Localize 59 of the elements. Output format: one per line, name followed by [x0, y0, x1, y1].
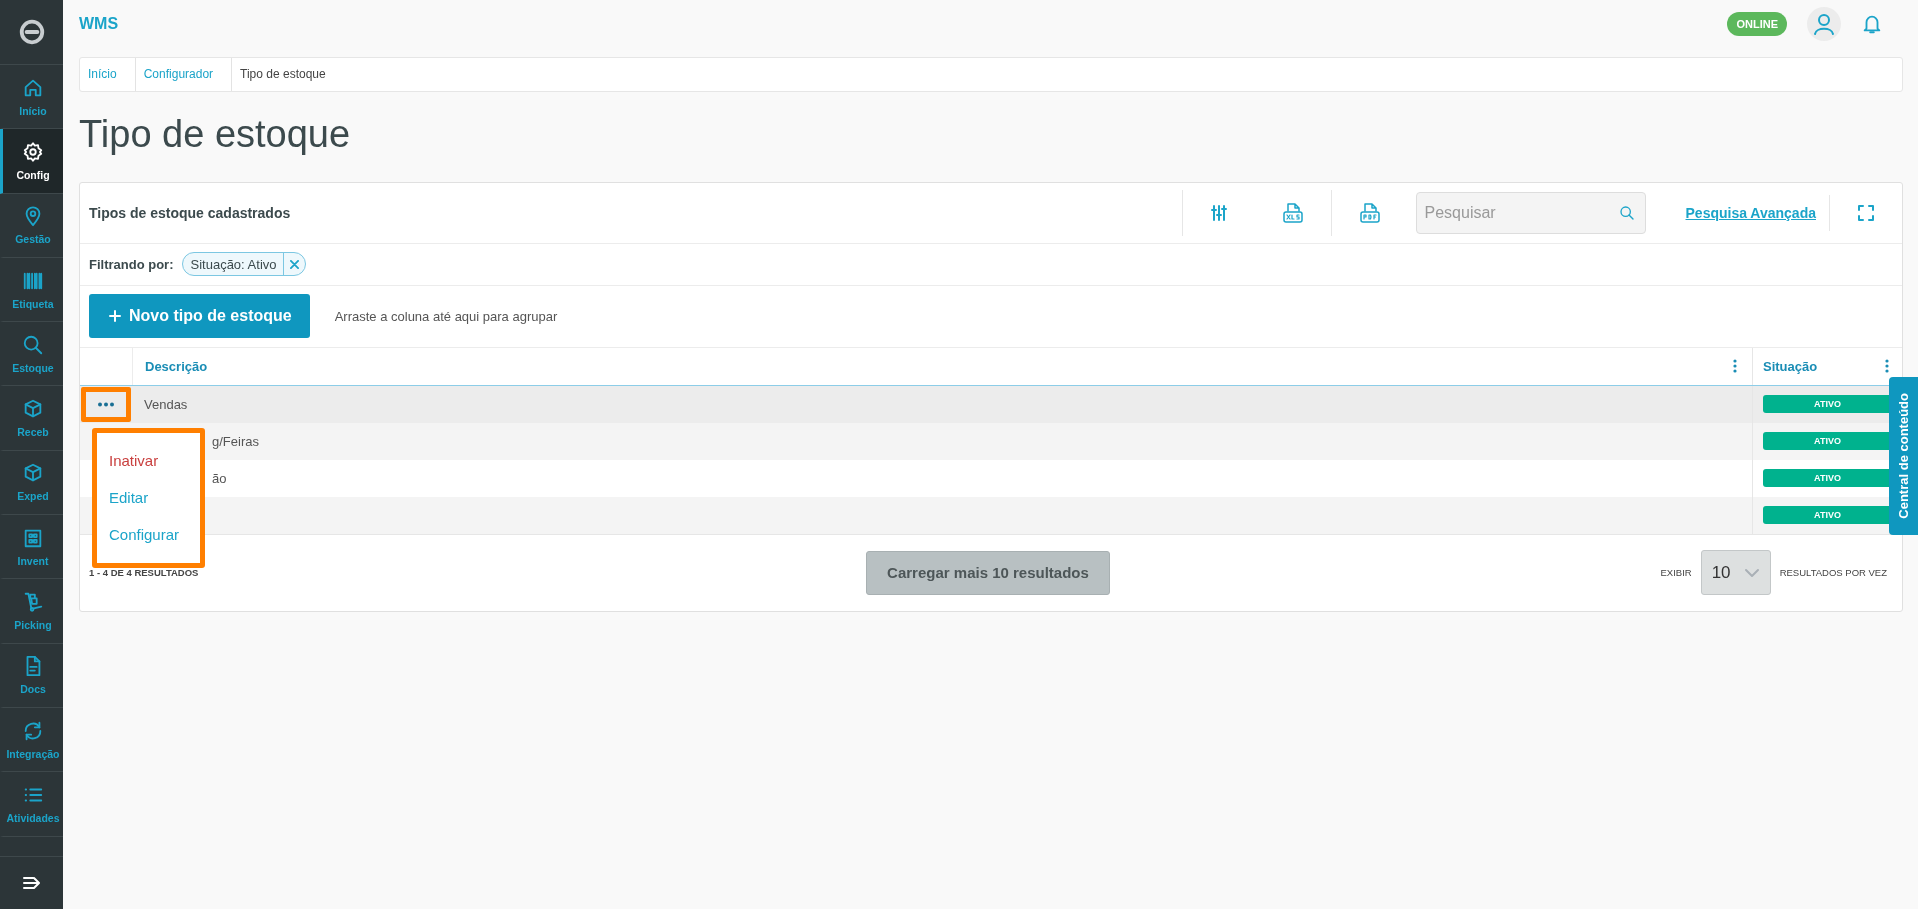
page-title: Tipo de estoque — [79, 112, 352, 157]
search-field[interactable]: Pesquisar — [1415, 191, 1646, 234]
app-title: WMS — [79, 14, 119, 33]
page-size-label: EXIBIR — [1660, 567, 1692, 579]
load-more-button[interactable]: Carregar mais 10 resultados — [866, 550, 1110, 595]
advanced-search-link[interactable]: Pesquisa Avançada — [1669, 194, 1830, 231]
menu-item[interactable]: Configurar — [97, 519, 200, 557]
plus-icon — [109, 310, 121, 323]
sidebar-item[interactable]: Picking — [0, 579, 63, 644]
kebab-menu-icon[interactable] — [1733, 359, 1737, 374]
collapse-menu-icon[interactable] — [22, 875, 41, 891]
logo-icon — [18, 19, 45, 45]
sidebar-item[interactable]: Etiqueta — [0, 257, 63, 323]
filter-chip-label: Situação: Ativo — [189, 256, 278, 272]
kebab-menu-icon[interactable] — [1885, 359, 1889, 374]
sliders-icon[interactable] — [1209, 203, 1228, 222]
search-icon — [1618, 204, 1635, 221]
chevron-down-icon — [1743, 567, 1760, 578]
table-cell: g/Feiras — [212, 433, 259, 449]
group-hint: Arraste a coluna até aqui para agrupar — [334, 308, 558, 324]
search-icon — [22, 333, 44, 356]
sidebar-item[interactable]: Gestão — [0, 193, 63, 258]
sidebar-item[interactable]: Estoque — [0, 322, 63, 387]
page-size-select[interactable]: 10 — [1700, 550, 1771, 596]
column-header[interactable]: Descrição — [145, 358, 208, 374]
hand-truck-icon — [22, 591, 44, 613]
xls-file-icon[interactable] — [1281, 201, 1304, 224]
sidebar-item[interactable]: Docs — [0, 643, 63, 708]
menu-item[interactable]: Editar — [97, 482, 200, 520]
column-header[interactable]: Situação — [1763, 358, 1818, 374]
status-badge: ATIVO — [1763, 432, 1892, 451]
status-badge: ATIVO — [1763, 469, 1892, 488]
new-stock-type-button[interactable]: Novo tipo de estoque — [89, 294, 310, 339]
breadcrumb-link[interactable]: Início — [80, 58, 136, 91]
status-badge: ONLINE — [1727, 11, 1787, 36]
sidebar-item[interactable]: Integração — [0, 707, 63, 773]
pdf-file-icon[interactable] — [1358, 201, 1381, 224]
status-badge: ATIVO — [1763, 506, 1892, 525]
table-cell: ão — [212, 470, 227, 486]
page-size-suffix: RESULTADOS POR VEZ — [1779, 567, 1887, 579]
sync-icon — [22, 719, 44, 742]
panel-title: Tipos de estoque cadastrados — [89, 204, 291, 221]
content-center-tab[interactable]: Central de conteúdo — [1889, 377, 1918, 535]
user-icon[interactable] — [1807, 6, 1841, 41]
breadcrumb-link[interactable]: Configurador — [135, 58, 233, 91]
status-badge: ATIVO — [1763, 395, 1892, 414]
fullscreen-icon[interactable] — [1857, 203, 1875, 222]
settings-icon — [22, 140, 44, 163]
sidebar-item[interactable]: Receb — [0, 386, 63, 451]
more-icon — [97, 401, 115, 407]
filter-label: Filtrando por: — [89, 256, 174, 272]
sidebar-item[interactable]: Invent — [0, 515, 63, 580]
sidebar-item[interactable]: Atividades — [0, 772, 63, 837]
result-count: 1 - 4 DE 4 RESULTADOS — [89, 567, 200, 579]
sidebar-item[interactable]: Config — [0, 129, 63, 194]
close-icon — [289, 259, 299, 269]
table-cell: Vendas — [144, 396, 188, 412]
menu-item[interactable]: Inativar — [97, 438, 200, 483]
sidebar-item[interactable]: Exped — [0, 450, 63, 516]
